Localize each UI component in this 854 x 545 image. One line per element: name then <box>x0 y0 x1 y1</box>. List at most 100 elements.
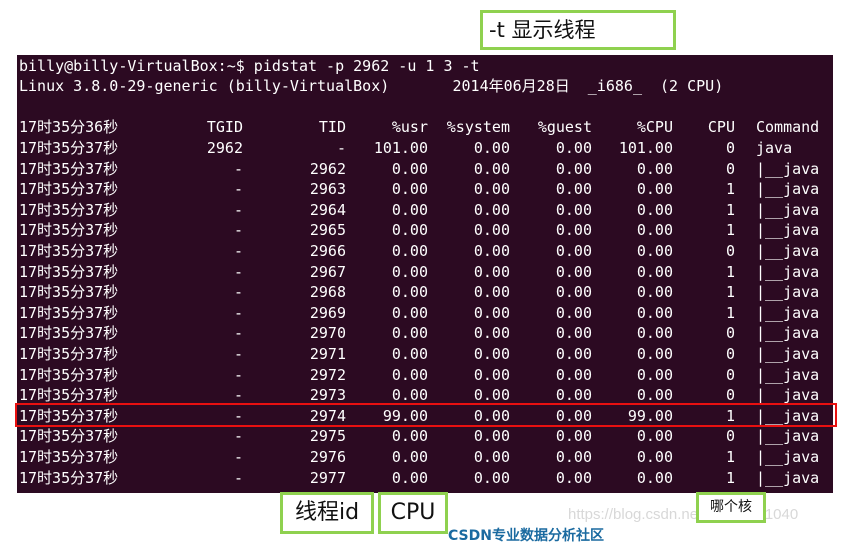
cell-tid: 2964 <box>309 200 346 219</box>
cell-usr: 0.00 <box>391 159 428 178</box>
cell-system: 0.00 <box>473 283 510 302</box>
cell-time: 17时35分37秒 <box>19 139 119 157</box>
table-row: 17时35分37秒 - 2969 0.00 0.00 0.00 0.00 1 |__java <box>17 303 833 323</box>
terminal-window[interactable]: billy@billy-VirtualBox:~$ pidstat -p 296… <box>17 55 833 493</box>
cell-tid: TID <box>318 118 346 136</box>
cell-usr: 0.00 <box>391 468 428 487</box>
table-row: 17时35分37秒 - 2970 0.00 0.00 0.00 0.00 0 |__java <box>17 323 833 343</box>
cell-command: |__java <box>756 159 820 178</box>
cell-tgid: 2962 <box>206 139 243 157</box>
cell-tid: 2970 <box>309 324 346 343</box>
cell-time: 17时35分37秒 <box>19 324 119 343</box>
cell-system: 0.00 <box>473 345 510 363</box>
cell-guest: 0.00 <box>555 427 592 446</box>
cell-cpu: 1 <box>725 448 735 466</box>
cell-command: |__java <box>756 468 820 487</box>
cell-pcpu: 0.00 <box>636 303 673 322</box>
cell-tgid: - <box>233 324 243 343</box>
cell-usr: 0.00 <box>391 262 428 281</box>
cell-usr: 0.00 <box>391 324 428 343</box>
cell-tgid: - <box>233 262 243 281</box>
cell-time: 17时35分37秒 <box>19 200 119 219</box>
cell-command: |__java <box>756 303 820 322</box>
table-row: 17时35分37秒 - 2972 0.00 0.00 0.00 0.00 0 |__java <box>17 365 833 385</box>
cell-cpu: 0 <box>725 365 735 384</box>
cell-system: 0.00 <box>473 200 510 219</box>
cell-guest: 0.00 <box>555 262 592 281</box>
table-row: 17时35分37秒 - 2971 0.00 0.00 0.00 0.00 0 |__java <box>17 344 833 364</box>
cell-command: |__java <box>756 427 820 446</box>
cell-tgid: - <box>233 345 243 363</box>
cell-usr: 0.00 <box>391 448 428 466</box>
cell-tgid: - <box>233 180 243 199</box>
cell-system: 0.00 <box>473 180 510 199</box>
table-row: 17时35分37秒 - 2968 0.00 0.00 0.00 0.00 1 |__java <box>17 282 833 302</box>
cell-guest: 0.00 <box>555 468 592 487</box>
cell-cpu: 0 <box>725 159 735 178</box>
cell-tid: 2962 <box>309 159 346 178</box>
cell-guest: 0.00 <box>555 345 592 363</box>
cell-cpu: 1 <box>725 262 735 281</box>
cell-guest: 0.00 <box>555 200 592 219</box>
cell-command: Command <box>756 118 820 136</box>
cell-tgid: - <box>233 448 243 466</box>
cell-guest: 0.00 <box>555 221 592 240</box>
system-info-line: Linux 3.8.0-29-generic (billy-VirtualBox… <box>19 77 724 95</box>
highlighted-row-box <box>15 403 837 427</box>
table-row: 17时35分37秒 - 2965 0.00 0.00 0.00 0.00 1 |__java <box>17 220 833 240</box>
cell-system: 0.00 <box>473 221 510 240</box>
cell-usr: 0.00 <box>391 200 428 219</box>
cell-cpu: CPU <box>707 118 735 136</box>
cell-time: 17时35分37秒 <box>19 159 119 178</box>
table-row: 17时35分37秒 - 2964 0.00 0.00 0.00 0.00 1 |__java <box>17 200 833 220</box>
cell-tid: 2963 <box>309 180 346 199</box>
cell-tgid: - <box>233 365 243 384</box>
cell-guest: 0.00 <box>555 303 592 322</box>
cell-tid: - <box>336 139 346 157</box>
cell-system: 0.00 <box>473 365 510 384</box>
cell-command: |__java <box>756 221 820 240</box>
cell-pcpu: 0.00 <box>636 262 673 281</box>
cell-system: 0.00 <box>473 448 510 466</box>
cell-pcpu: 0.00 <box>636 221 673 240</box>
cell-tgid: - <box>233 200 243 219</box>
cell-time: 17时35分37秒 <box>19 303 119 322</box>
cell-time: 17时35分37秒 <box>19 262 119 281</box>
cell-command: |__java <box>756 180 820 199</box>
cell-cpu: 1 <box>725 283 735 302</box>
table-row: 17时35分37秒 - 2977 0.00 0.00 0.00 0.00 1 |__java <box>17 468 833 488</box>
cut-off-text: CSDN专业数据分析社区 <box>448 528 604 544</box>
cell-time: 17时35分37秒 <box>19 221 119 240</box>
cell-pcpu: 0.00 <box>636 365 673 384</box>
cell-tgid: TGID <box>206 118 243 136</box>
cell-system: 0.00 <box>473 262 510 281</box>
cell-guest: %guest <box>537 118 592 136</box>
cell-command: java <box>756 139 793 157</box>
cell-pcpu: 0.00 <box>636 324 673 343</box>
cell-system: 0.00 <box>473 139 510 157</box>
cell-tid: 2975 <box>309 427 346 446</box>
cell-tgid: - <box>233 427 243 446</box>
cell-tid: 2972 <box>309 365 346 384</box>
cell-tgid: - <box>233 221 243 240</box>
cell-usr: 0.00 <box>391 303 428 322</box>
cell-pcpu: 0.00 <box>636 242 673 260</box>
cell-cpu: 1 <box>725 200 735 219</box>
cell-cpu: 0 <box>725 242 735 260</box>
cell-time: 17时35分37秒 <box>19 345 119 363</box>
table-row: 17时35分37秒 - 2976 0.00 0.00 0.00 0.00 1 |__java <box>17 447 833 467</box>
cell-command: |__java <box>756 324 820 343</box>
cell-tid: 2969 <box>309 303 346 322</box>
cell-system: 0.00 <box>473 468 510 487</box>
cell-command: |__java <box>756 262 820 281</box>
cell-cpu: 1 <box>725 180 735 199</box>
cell-system: 0.00 <box>473 427 510 446</box>
cell-usr: 0.00 <box>391 345 428 363</box>
table-row: 17时35分37秒 - 2975 0.00 0.00 0.00 0.00 0 |__java <box>17 426 833 446</box>
table-row: 17时35分37秒 2962 - 101.00 0.00 0.00 101.00 0 java <box>17 138 833 158</box>
cell-usr: 0.00 <box>391 180 428 199</box>
cell-pcpu: 0.00 <box>636 180 673 199</box>
cell-time: 17时35分37秒 <box>19 427 119 446</box>
cell-tid: 2965 <box>309 221 346 240</box>
cell-guest: 0.00 <box>555 139 592 157</box>
